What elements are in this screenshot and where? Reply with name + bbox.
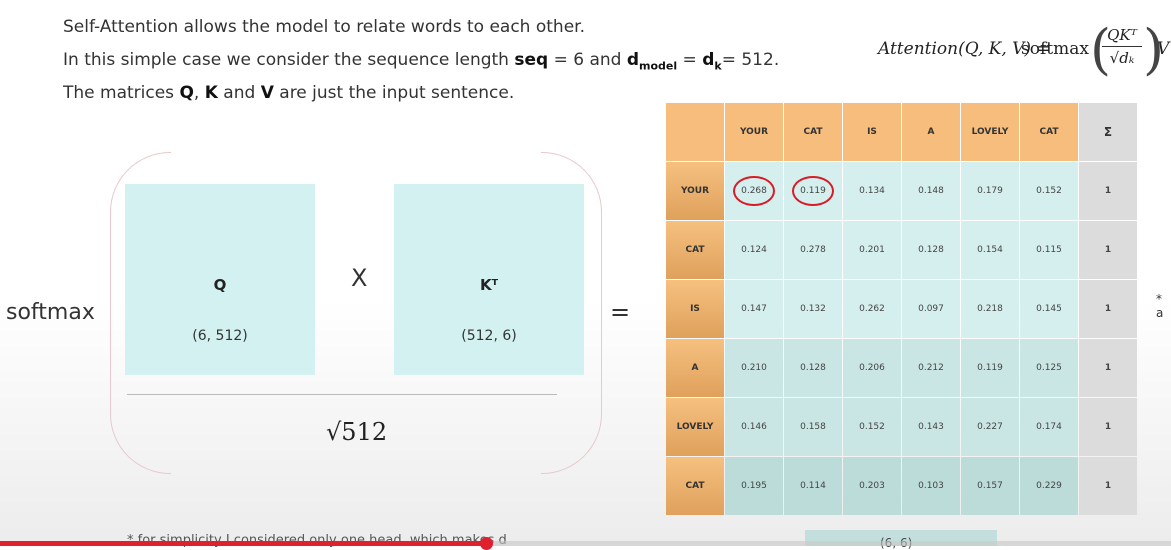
formula-fraction: QKᵀ √dₖ xyxy=(1102,26,1142,67)
q-matrix-dim: (6, 512) xyxy=(192,328,248,344)
table-cell: 0.128 xyxy=(784,339,842,397)
table-cell: 0.114 xyxy=(784,457,842,515)
softmax-label: softmax xyxy=(6,300,95,325)
row-header: CAT xyxy=(666,221,724,279)
q-matrix: Q (6, 512) xyxy=(125,184,315,375)
kt-matrix-name: Kᵀ xyxy=(479,276,499,294)
intro-line-2: In this simple case we consider the sequ… xyxy=(63,50,780,73)
table-cell: 0.212 xyxy=(902,339,960,397)
row-sum: 1 xyxy=(1079,339,1137,397)
seq-term: seq xyxy=(514,50,549,70)
table-cell: 0.143 xyxy=(902,398,960,456)
row-sum: 1 xyxy=(1079,162,1137,220)
col-header: IS xyxy=(843,103,901,161)
row-sum: 1 xyxy=(1079,221,1137,279)
table-cell: 0.132 xyxy=(784,280,842,338)
table-cell: 0.146 xyxy=(725,398,783,456)
table-cell: 0.128 xyxy=(902,221,960,279)
table-cell: 0.203 xyxy=(843,457,901,515)
col-header: YOUR xyxy=(725,103,783,161)
formula-softmax: softmax xyxy=(1021,39,1089,59)
col-header: CAT xyxy=(1020,103,1078,161)
table-cell: 0.125 xyxy=(1020,339,1078,397)
intro-line-3: The matrices Q, K and V are just the inp… xyxy=(63,83,515,103)
row-header: LOVELY xyxy=(666,398,724,456)
table-header-row: YOUR CAT IS A LOVELY CAT Σ xyxy=(666,103,1137,161)
table-cell: 0.148 xyxy=(902,162,960,220)
d-model-term: dmodel xyxy=(626,50,678,73)
table-cell: 0.147 xyxy=(725,280,783,338)
circled-value: 0.119 xyxy=(792,176,834,206)
table-cell: 0.158 xyxy=(784,398,842,456)
table-cell: 0.206 xyxy=(843,339,901,397)
row-header: A xyxy=(666,339,724,397)
table-cell: 0.195 xyxy=(725,457,783,515)
table-cell: 0.278 xyxy=(784,221,842,279)
table-cell: 0.152 xyxy=(1020,162,1078,220)
table-cell: 0.115 xyxy=(1020,221,1078,279)
side-note: * a xyxy=(1156,292,1164,320)
video-progress-fill xyxy=(0,541,486,546)
table-cell: 0.154 xyxy=(961,221,1019,279)
fraction-line xyxy=(127,394,557,395)
table-cell: 0.119 xyxy=(961,339,1019,397)
col-header: CAT xyxy=(784,103,842,161)
table-cell: 0.174 xyxy=(1020,398,1078,456)
video-scrubber-handle[interactable] xyxy=(479,537,493,550)
circled-value: 0.268 xyxy=(733,176,775,206)
table-cell: 0.268 xyxy=(725,162,783,220)
table-cell: 0.157 xyxy=(961,457,1019,515)
sqrt-denominator: √512 xyxy=(326,418,388,446)
table-cell: 0.229 xyxy=(1020,457,1078,515)
table-cell: 0.134 xyxy=(843,162,901,220)
table-cell: 0.124 xyxy=(725,221,783,279)
sum-col-header: Σ xyxy=(1079,103,1137,161)
row-header: IS xyxy=(666,280,724,338)
row-sum: 1 xyxy=(1079,398,1137,456)
table-cell: 0.179 xyxy=(961,162,1019,220)
table-cell: 0.201 xyxy=(843,221,901,279)
table-row: CAT 0.124 0.278 0.201 0.128 0.154 0.115 … xyxy=(666,221,1137,279)
table-cell: 0.152 xyxy=(843,398,901,456)
table-row: CAT 0.195 0.114 0.203 0.103 0.157 0.229 … xyxy=(666,457,1137,515)
row-sum: 1 xyxy=(1079,457,1137,515)
row-sum: 1 xyxy=(1079,280,1137,338)
table-cell: 0.262 xyxy=(843,280,901,338)
table-cell: 0.119 xyxy=(784,162,842,220)
table-row: LOVELY 0.146 0.158 0.152 0.143 0.227 0.1… xyxy=(666,398,1137,456)
table-corner xyxy=(666,103,724,161)
row-header: YOUR xyxy=(666,162,724,220)
col-header: A xyxy=(902,103,960,161)
table-cell: 0.103 xyxy=(902,457,960,515)
kt-matrix-dim: (512, 6) xyxy=(461,328,517,344)
row-header: CAT xyxy=(666,457,724,515)
attention-matrix-table: YOUR CAT IS A LOVELY CAT Σ YOUR 0.268 0.… xyxy=(665,102,1138,516)
multiply-sign: X xyxy=(351,264,368,292)
table-row: IS 0.147 0.132 0.262 0.097 0.218 0.145 1 xyxy=(666,280,1137,338)
table-cell: 0.145 xyxy=(1020,280,1078,338)
d-k-term: dk xyxy=(702,50,722,73)
table-cell: 0.097 xyxy=(902,280,960,338)
equals-sign: = xyxy=(610,298,631,326)
formula-denominator: √dₖ xyxy=(1109,49,1135,67)
table-cell: 0.227 xyxy=(961,398,1019,456)
formula-v: V xyxy=(1157,39,1170,59)
formula-numerator: QKᵀ xyxy=(1102,26,1142,47)
table-row: YOUR 0.268 0.119 0.134 0.148 0.179 0.152… xyxy=(666,162,1137,220)
table-row: A 0.210 0.128 0.206 0.212 0.119 0.125 1 xyxy=(666,339,1137,397)
intro-line-1: Self-Attention allows the model to relat… xyxy=(63,17,585,37)
col-header: LOVELY xyxy=(961,103,1019,161)
q-matrix-name: Q xyxy=(213,276,227,294)
video-progress-bar[interactable] xyxy=(0,537,1171,550)
attention-formula: Attention(Q, K, V) = softmax ( QKᵀ √dₖ )… xyxy=(878,18,1171,84)
kt-matrix: Kᵀ (512, 6) xyxy=(394,184,584,375)
table-cell: 0.210 xyxy=(725,339,783,397)
table-cell: 0.218 xyxy=(961,280,1019,338)
